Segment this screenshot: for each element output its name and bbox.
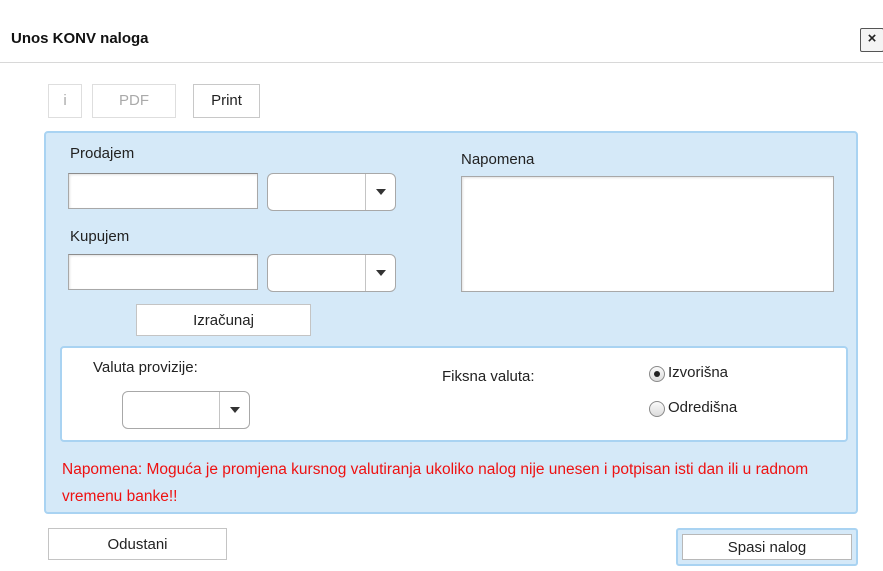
dialog-titlebar: Unos KONV naloga × [0,0,883,63]
radio-target-label[interactable]: Odredišna [668,399,737,416]
dialog-title: Unos KONV naloga [11,30,149,47]
save-order-label: Spasi nalog [682,534,852,560]
buy-amount-input[interactable] [68,254,258,290]
radio-selected-dot [654,371,660,377]
radio-source-label[interactable]: Izvorišna [668,364,728,381]
close-button[interactable]: × [860,28,883,52]
chevron-down-icon [219,392,249,428]
sell-amount-input[interactable] [68,173,258,209]
warning-note: Napomena: Moguća je promjena kursnog val… [62,461,809,505]
sell-label: Prodajem [70,145,135,162]
cancel-button[interactable]: Odustani [48,528,227,560]
radio-source[interactable] [649,366,665,382]
calculate-button[interactable]: Izračunaj [136,304,311,336]
pdf-button[interactable]: PDF [92,84,176,118]
print-button[interactable]: Print [193,84,260,118]
fixed-currency-label: Fiksna valuta: [442,368,535,385]
buy-currency-select[interactable] [267,254,396,292]
sell-currency-select[interactable] [267,173,396,211]
close-icon: × [867,30,877,47]
commission-currency-select[interactable] [122,391,250,429]
info-button[interactable]: i [48,84,82,118]
commission-currency-label: Valuta provizije: [93,359,198,376]
chevron-down-icon [365,255,395,291]
note-label: Napomena [461,151,535,168]
radio-target[interactable] [649,401,665,417]
note-textarea[interactable] [461,176,834,292]
chevron-down-icon [365,174,395,210]
save-order-button[interactable]: Spasi nalog [676,528,858,566]
buy-label: Kupujem [70,228,130,245]
